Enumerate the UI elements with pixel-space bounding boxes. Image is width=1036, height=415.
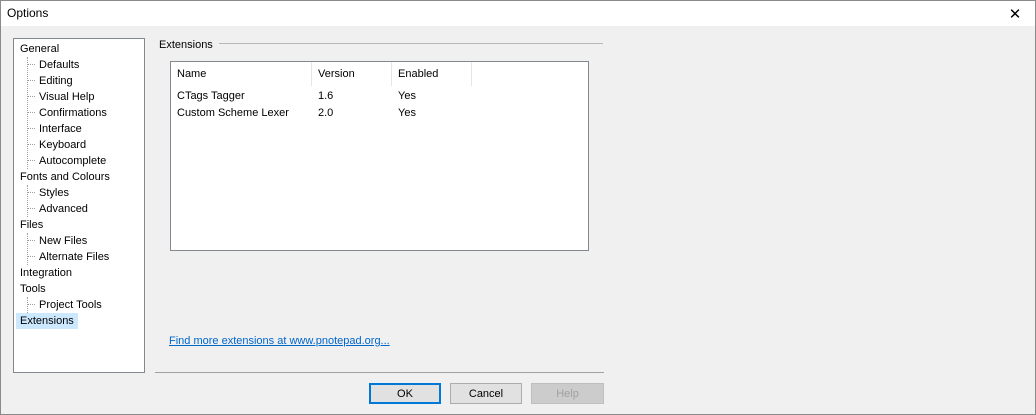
tree-item-autocomplete[interactable]: Autocomplete xyxy=(37,153,108,169)
extension-name: CTags Tagger xyxy=(177,90,245,102)
extension-enabled: Yes xyxy=(398,90,416,102)
tree-item-files[interactable]: Files xyxy=(18,217,45,233)
tree-connector-line xyxy=(27,185,28,217)
tree-connector-line xyxy=(27,304,35,305)
tree-item-advanced[interactable]: Advanced xyxy=(37,201,90,217)
tree-connector-line xyxy=(27,233,28,265)
tree-item-confirmations[interactable]: Confirmations xyxy=(37,105,109,121)
column-header-name[interactable]: Name xyxy=(171,62,312,86)
extension-version: 1.6 xyxy=(318,90,334,102)
tree-item-fonts-and-colours[interactable]: Fonts and Colours xyxy=(18,169,112,185)
window-title: Options xyxy=(7,6,49,20)
help-button[interactable]: Help xyxy=(531,383,604,404)
tree-item-tools[interactable]: Tools xyxy=(18,281,48,297)
tree-connector-line xyxy=(27,256,35,257)
more-extensions-link[interactable]: Find more extensions at www.pnotepad.org… xyxy=(169,335,390,347)
tree-item-styles[interactable]: Styles xyxy=(37,185,71,201)
extension-name: Custom Scheme Lexer xyxy=(177,107,289,119)
extension-version: 2.0 xyxy=(318,107,334,119)
tree-connector-line xyxy=(27,96,35,97)
tree-item-extensions[interactable]: Extensions xyxy=(16,313,78,329)
button-divider xyxy=(155,372,604,373)
tree-item-general[interactable]: General xyxy=(18,41,61,57)
tree-connector-line xyxy=(27,192,35,193)
tree-item-visual-help[interactable]: Visual Help xyxy=(37,89,96,105)
column-header-version[interactable]: Version xyxy=(312,62,392,86)
tree-item-alternate-files[interactable]: Alternate Files xyxy=(37,249,111,265)
table-row[interactable]: CTags Tagger 1.6 Yes xyxy=(171,88,588,105)
tree-item-project-tools[interactable]: Project Tools xyxy=(37,297,104,313)
tree-item-integration[interactable]: Integration xyxy=(18,265,74,281)
tree-connector-line xyxy=(27,297,28,313)
tree-item-keyboard[interactable]: Keyboard xyxy=(37,137,88,153)
tree-connector-line xyxy=(27,112,35,113)
ok-button[interactable]: OK xyxy=(369,383,441,404)
close-icon[interactable]: ✕ xyxy=(995,1,1035,26)
options-tree[interactable]: General Defaults Editing Visual Help Con… xyxy=(13,38,145,373)
tree-connector-line xyxy=(27,128,35,129)
tree-connector-line xyxy=(27,144,35,145)
tree-connector-line xyxy=(27,208,35,209)
tree-connector-line xyxy=(27,64,35,65)
extension-enabled: Yes xyxy=(398,107,416,119)
extensions-group-label: Extensions xyxy=(159,39,213,51)
title-bar: Options ✕ xyxy=(1,1,1035,26)
group-divider xyxy=(219,43,603,44)
tree-item-interface[interactable]: Interface xyxy=(37,121,84,137)
tree-connector-line xyxy=(27,240,35,241)
options-dialog: Options ✕ General Defaults Editing Visua… xyxy=(0,0,1036,415)
table-row[interactable]: Custom Scheme Lexer 2.0 Yes xyxy=(171,105,588,122)
extensions-list[interactable]: Name Version Enabled CTags Tagger 1.6 Ye… xyxy=(170,61,589,251)
tree-connector-line xyxy=(27,160,35,161)
tree-connector-line xyxy=(27,80,35,81)
tree-item-defaults[interactable]: Defaults xyxy=(37,57,81,73)
cancel-button[interactable]: Cancel xyxy=(450,383,522,404)
tree-item-editing[interactable]: Editing xyxy=(37,73,75,89)
tree-connector-line xyxy=(27,57,28,169)
tree-item-new-files[interactable]: New Files xyxy=(37,233,89,249)
column-header-enabled[interactable]: Enabled xyxy=(392,62,472,86)
